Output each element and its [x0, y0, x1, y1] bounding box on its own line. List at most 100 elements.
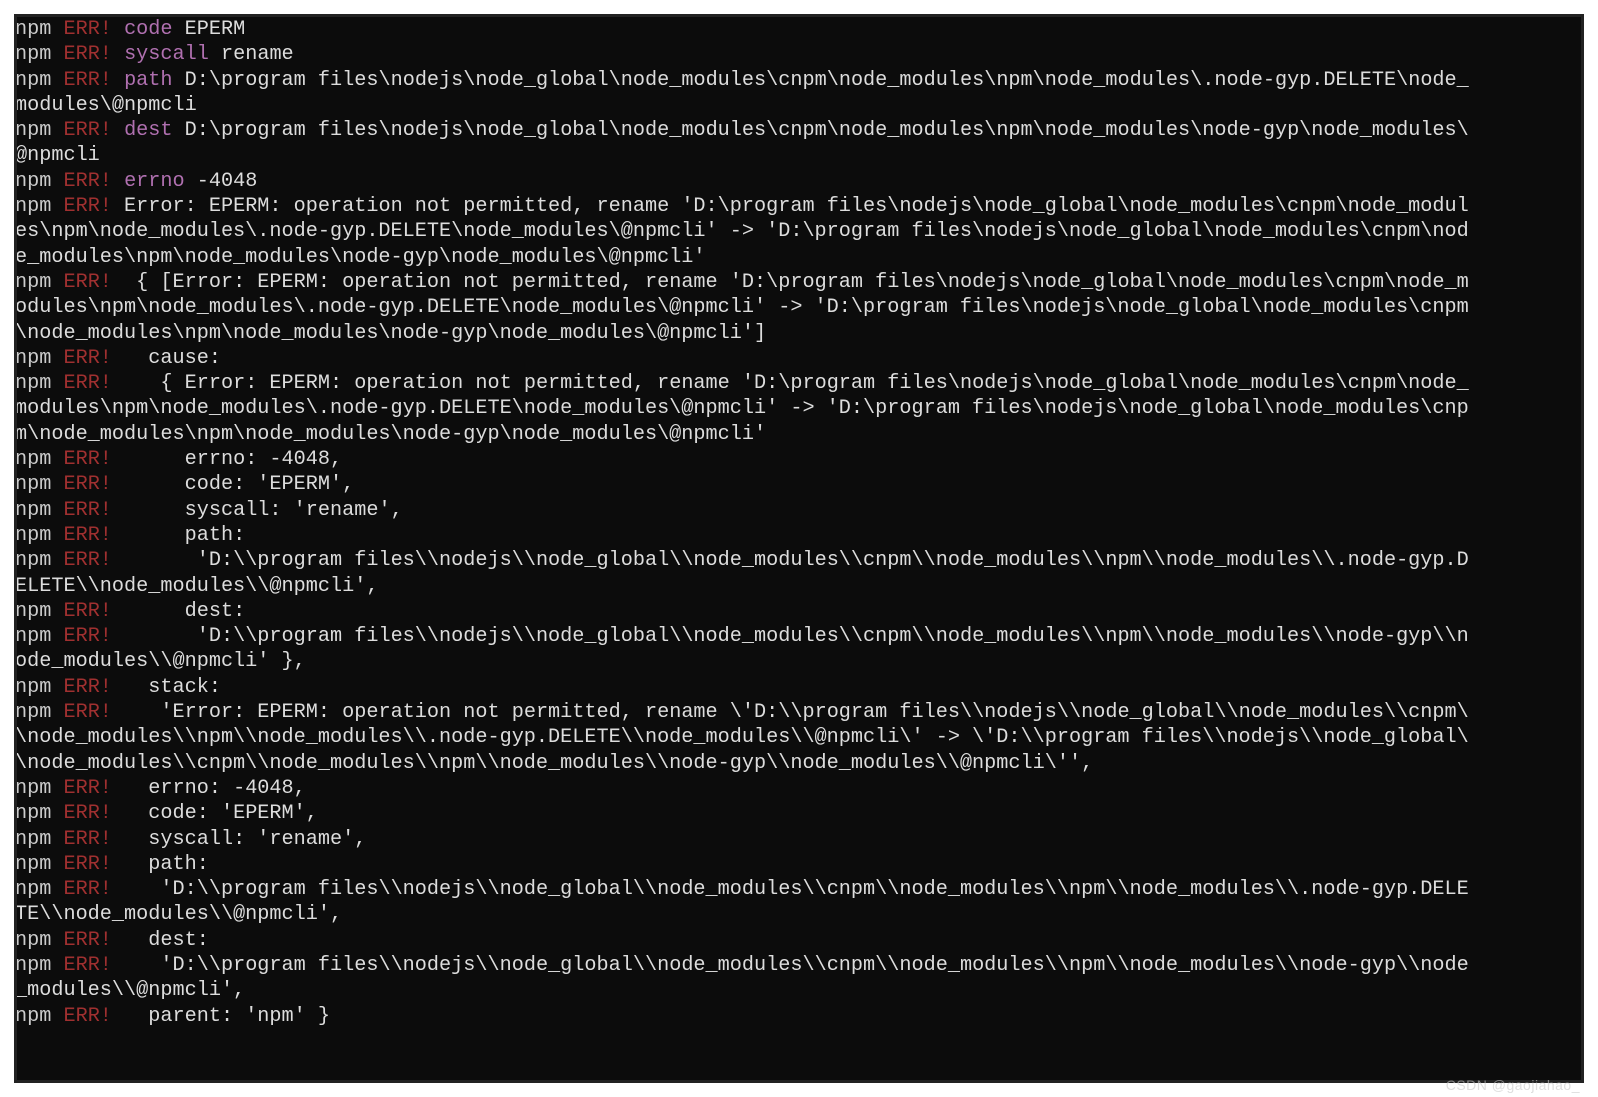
terminal-text: dest: [112, 929, 209, 952]
npm-label: npm [15, 119, 51, 142]
terminal-line: npm ERR! parent: 'npm' } [15, 1004, 1581, 1029]
terminal-text: ELETE\\node_modules\\@npmcli', [15, 575, 378, 598]
err-label: ERR! [63, 43, 111, 66]
err-label: ERR! [63, 170, 111, 193]
terminal-text [51, 119, 63, 142]
terminal-text [51, 69, 63, 92]
terminal-text [51, 347, 63, 370]
npm-label: npm [15, 929, 51, 952]
terminal-text [51, 549, 63, 572]
err-label: ERR! [63, 549, 111, 572]
terminal-text: e_modules\npm\node_modules\node-gyp\node… [15, 246, 706, 269]
err-label: ERR! [63, 1005, 111, 1028]
npm-label: npm [15, 676, 51, 699]
terminal-text [51, 448, 63, 471]
terminal-line: npm ERR! 'D:\\program files\\nodejs\\nod… [15, 624, 1581, 649]
terminal-text [51, 499, 63, 522]
terminal-line: ode_modules\\@npmcli' }, [15, 649, 1581, 674]
terminal-text [51, 43, 63, 66]
terminal-text [112, 18, 124, 41]
terminal-line: npm ERR! errno -4048 [15, 169, 1581, 194]
terminal-text: D:\program files\nodejs\node_global\node… [173, 119, 1469, 142]
terminal-text: -4048 [185, 170, 258, 193]
terminal-text: 'D:\\program files\\nodejs\\node_global\… [112, 878, 1469, 901]
err-label: ERR! [63, 499, 111, 522]
err-label: ERR! [63, 600, 111, 623]
terminal-line: npm ERR! dest: [15, 928, 1581, 953]
terminal-text [51, 195, 63, 218]
err-label: ERR! [63, 347, 111, 370]
terminal-line: TE\\node_modules\\@npmcli', [15, 902, 1581, 927]
terminal-text: \node_modules\\npm\\node_modules\\.node-… [15, 726, 1469, 749]
terminal-text: errno: -4048, [112, 448, 342, 471]
err-label: ERR! [63, 18, 111, 41]
terminal-text [112, 43, 124, 66]
terminal-line: npm ERR! syscall: 'rename', [15, 827, 1581, 852]
terminal-text: TE\\node_modules\\@npmcli', [15, 903, 342, 926]
terminal-text [51, 473, 63, 496]
terminal-text: code: 'EPERM', [112, 802, 318, 825]
terminal-text [51, 954, 63, 977]
err-label: ERR! [63, 929, 111, 952]
terminal-line: npm ERR! syscall rename [15, 42, 1581, 67]
npm-label: npm [15, 954, 51, 977]
err-label: ERR! [63, 878, 111, 901]
terminal-line: npm ERR! { [Error: EPERM: operation not … [15, 270, 1581, 295]
terminal-text: syscall: 'rename', [112, 828, 366, 851]
terminal-window: npm ERR! code EPERMnpm ERR! syscall rena… [14, 14, 1584, 1083]
npm-label: npm [15, 448, 51, 471]
terminal-line: \node_modules\\cnpm\\node_modules\\npm\\… [15, 751, 1581, 776]
err-label: ERR! [63, 448, 111, 471]
terminal-line: _modules\\@npmcli', [15, 978, 1581, 1003]
terminal-text [51, 802, 63, 825]
terminal-line: npm ERR! 'D:\\program files\\nodejs\\nod… [15, 548, 1581, 573]
terminal-text: EPERM [173, 18, 246, 41]
terminal-text [51, 170, 63, 193]
err-label: ERR! [63, 676, 111, 699]
terminal-text [51, 372, 63, 395]
npm-label: npm [15, 524, 51, 547]
terminal-line: modules\npm\node_modules\.node-gyp.DELET… [15, 396, 1581, 421]
terminal-text: Error: EPERM: operation not permitted, r… [112, 195, 1469, 218]
terminal-text [51, 929, 63, 952]
terminal-line: npm ERR! Error: EPERM: operation not per… [15, 194, 1581, 219]
err-label: ERR! [63, 119, 111, 142]
terminal-line: npm ERR! code: 'EPERM', [15, 472, 1581, 497]
terminal-line: npm ERR! stack: [15, 675, 1581, 700]
terminal-line: modules\@npmcli [15, 93, 1581, 118]
terminal-text: stack: [112, 676, 221, 699]
npm-label: npm [15, 69, 51, 92]
npm-label: npm [15, 18, 51, 41]
err-label: ERR! [63, 473, 111, 496]
terminal-line: npm ERR! code: 'EPERM', [15, 801, 1581, 826]
npm-label: npm [15, 170, 51, 193]
terminal-text [51, 18, 63, 41]
terminal-text [51, 777, 63, 800]
terminal-output: npm ERR! code EPERMnpm ERR! syscall rena… [15, 17, 1581, 1029]
terminal-line: npm ERR! code EPERM [15, 17, 1581, 42]
npm-label: npm [15, 271, 51, 294]
terminal-line: npm ERR! { Error: EPERM: operation not p… [15, 371, 1581, 396]
terminal-text: dest: [112, 600, 245, 623]
terminal-text: D:\program files\nodejs\node_global\node… [173, 69, 1469, 92]
terminal-line: npm ERR! dest D:\program files\nodejs\no… [15, 118, 1581, 143]
terminal-text [112, 170, 124, 193]
terminal-line: npm ERR! cause: [15, 346, 1581, 371]
npm-label: npm [15, 878, 51, 901]
terminal-line: m\node_modules\npm\node_modules\node-gyp… [15, 422, 1581, 447]
npm-label: npm [15, 195, 51, 218]
terminal-line: \node_modules\\npm\\node_modules\\.node-… [15, 725, 1581, 750]
error-key: path [124, 69, 172, 92]
err-label: ERR! [63, 853, 111, 876]
err-label: ERR! [63, 802, 111, 825]
terminal-text: path: [112, 524, 245, 547]
terminal-text [51, 878, 63, 901]
terminal-text [112, 119, 124, 142]
terminal-text: m\node_modules\npm\node_modules\node-gyp… [15, 423, 766, 446]
error-key: dest [124, 119, 172, 142]
terminal-text: \node_modules\\cnpm\\node_modules\\npm\\… [15, 752, 1093, 775]
terminal-text: cause: [112, 347, 221, 370]
error-key: syscall [124, 43, 209, 66]
terminal-text: @npmcli [15, 144, 100, 167]
terminal-line: odules\npm\node_modules\.node-gyp.DELETE… [15, 295, 1581, 320]
